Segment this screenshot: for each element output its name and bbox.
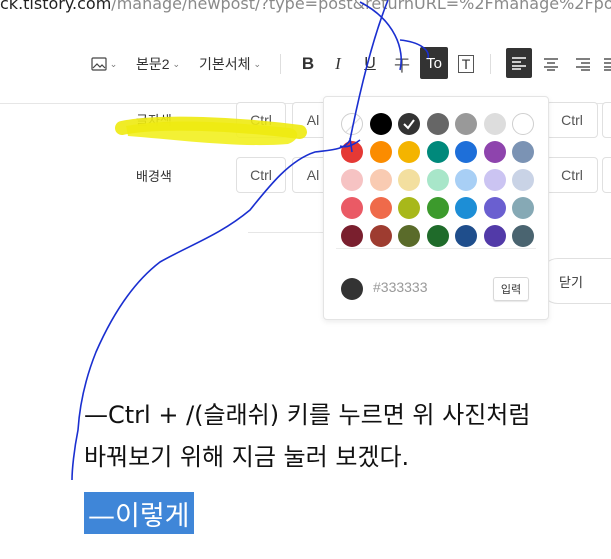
- align-left-button[interactable]: [506, 48, 532, 78]
- color-swatch[interactable]: [398, 113, 420, 135]
- paragraph-style-label: 본문2: [135, 56, 170, 72]
- color-swatch[interactable]: [369, 141, 392, 163]
- color-swatch[interactable]: [512, 113, 534, 135]
- color-swatch[interactable]: [426, 141, 449, 163]
- chevron-down-icon: ⌄: [253, 58, 262, 69]
- current-color-swatch: [341, 278, 363, 300]
- align-left-icon: [512, 57, 526, 70]
- text-background-button[interactable]: T: [454, 40, 478, 88]
- underline-button[interactable]: U: [358, 40, 382, 88]
- color-swatch[interactable]: [483, 113, 506, 135]
- color-swatch[interactable]: [512, 197, 534, 219]
- shortcut-key: Ctrl: [546, 157, 598, 193]
- color-swatch[interactable]: [483, 169, 506, 191]
- color-swatch[interactable]: [398, 169, 420, 191]
- shortcut-key: Ctrl: [236, 157, 286, 193]
- palette-divider: [336, 248, 536, 249]
- content-line[interactable]: —Ctrl + /(슬래쉬) 키를 누르면 위 사진처럼: [84, 395, 530, 430]
- editor-toolbar: ⌄ 본문2 ⌄ 기본서체 ⌄ B I U 干 To T: [0, 40, 611, 88]
- apply-color-button[interactable]: 입력: [493, 277, 529, 301]
- color-swatch[interactable]: [512, 169, 534, 191]
- url-host: ck.tistory.com: [0, 0, 112, 13]
- content-line[interactable]: 바꿔보기 위해 지금 눌러 보겠다.: [84, 437, 409, 472]
- toolbar-divider: [280, 54, 281, 74]
- selected-text[interactable]: —이렇게: [84, 492, 194, 534]
- color-swatch[interactable]: [455, 225, 477, 247]
- background-color-row-label: 배경색: [136, 170, 172, 185]
- chevron-down-icon: ⌄: [109, 58, 118, 69]
- address-bar[interactable]: ck.tistory.com/manage/newpost/?type=post…: [0, 0, 611, 20]
- color-swatch[interactable]: [455, 141, 477, 163]
- color-swatch[interactable]: [341, 225, 363, 247]
- color-swatch[interactable]: [426, 197, 449, 219]
- insert-image-button[interactable]: ⌄: [88, 40, 120, 88]
- color-swatch[interactable]: [512, 225, 534, 247]
- chevron-down-icon: ⌄: [172, 58, 181, 69]
- color-swatch[interactable]: [426, 113, 449, 135]
- align-justify-button[interactable]: [600, 40, 611, 88]
- color-swatch[interactable]: [398, 141, 420, 163]
- align-center-icon: [544, 58, 558, 71]
- color-swatch[interactable]: [398, 197, 420, 219]
- align-justify-icon: [604, 58, 611, 71]
- shortcut-key-partial: [602, 102, 611, 138]
- color-swatch[interactable]: [483, 141, 506, 163]
- color-swatch[interactable]: [398, 225, 420, 247]
- color-swatch[interactable]: [455, 169, 477, 191]
- url-path: /manage/newpost/?type=post&returnURL=%2F…: [111, 0, 611, 13]
- font-family-label: 기본서체: [198, 56, 251, 72]
- bold-button[interactable]: B: [296, 40, 320, 88]
- color-swatch[interactable]: [512, 141, 534, 163]
- color-swatch[interactable]: [483, 197, 506, 219]
- close-button[interactable]: 닫기: [540, 258, 611, 304]
- no-color-swatch[interactable]: [341, 113, 363, 135]
- align-center-button[interactable]: [538, 40, 564, 88]
- color-swatch[interactable]: [455, 197, 477, 219]
- align-right-icon: [576, 58, 590, 71]
- paragraph-style-dropdown[interactable]: 본문2 ⌄: [132, 40, 184, 88]
- text-color-button[interactable]: To: [420, 47, 448, 79]
- text-color-row-label: 글자색: [136, 114, 172, 129]
- color-swatch[interactable]: [369, 113, 392, 135]
- color-swatch[interactable]: [369, 197, 392, 219]
- font-family-dropdown[interactable]: 기본서체 ⌄: [194, 40, 266, 88]
- color-swatch[interactable]: [341, 141, 363, 163]
- strikethrough-button[interactable]: 干: [390, 40, 414, 88]
- shortcut-key-partial: [602, 157, 611, 193]
- color-swatch[interactable]: [455, 113, 477, 135]
- italic-button[interactable]: I: [326, 40, 350, 88]
- color-swatch[interactable]: [426, 169, 449, 191]
- color-swatch[interactable]: [369, 169, 392, 191]
- color-swatch[interactable]: [341, 197, 363, 219]
- color-swatch[interactable]: [426, 225, 449, 247]
- color-swatch[interactable]: [341, 169, 363, 191]
- align-right-button[interactable]: [570, 40, 596, 88]
- check-icon: [403, 119, 415, 130]
- color-palette-popup: #333333 입력: [323, 96, 549, 320]
- text-background-icon: T: [457, 55, 475, 73]
- shortcut-key: Ctrl: [546, 102, 598, 138]
- color-swatch[interactable]: [483, 225, 506, 247]
- hex-input[interactable]: #333333: [373, 279, 428, 295]
- color-swatch[interactable]: [369, 225, 392, 247]
- toolbar-divider: [490, 54, 491, 74]
- image-icon: [91, 57, 107, 71]
- shortcut-key: Ctrl: [236, 102, 286, 138]
